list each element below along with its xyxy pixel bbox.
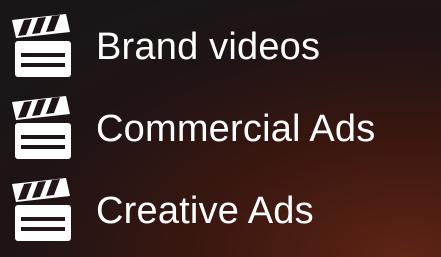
service-label: Commercial Ads [96,108,376,150]
service-label: Creative Ads [96,190,314,232]
service-label: Brand videos [96,26,321,68]
service-item-commercial-ads: Commercial Ads [6,88,436,170]
service-list: Brand videos Commercial Ads Creative Ads [6,8,436,252]
service-item-brand-videos: Brand videos [6,6,436,88]
clapperboard-icon [6,14,76,80]
clapperboard-icon [6,96,76,162]
service-item-creative-ads: Creative Ads [6,170,436,252]
clapperboard-icon [6,178,76,244]
